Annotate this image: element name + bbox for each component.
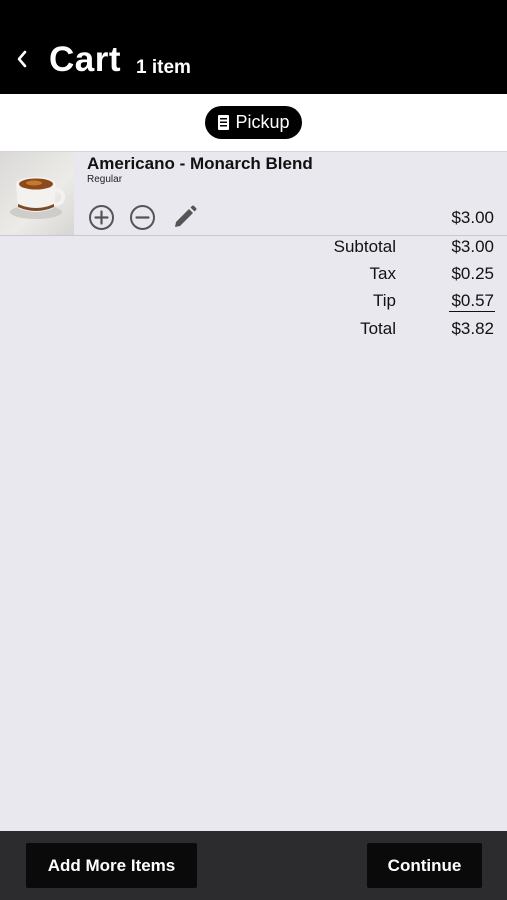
tax-value: $0.25 xyxy=(451,264,494,283)
tax-label: Tax xyxy=(369,264,396,283)
tip-label: Tip xyxy=(373,291,396,310)
tip-row[interactable]: Tip $0.57 xyxy=(0,291,507,315)
tip-underline xyxy=(449,311,495,312)
subtotal-label: Subtotal xyxy=(333,237,396,256)
item-variant: Regular xyxy=(87,174,123,185)
chevron-left-icon xyxy=(17,50,27,68)
plus-circle-icon xyxy=(89,205,114,230)
coffee-cup-image xyxy=(10,177,66,219)
increase-quantity-button[interactable] xyxy=(88,204,115,231)
subtotal-row: Subtotal $3.00 xyxy=(0,237,507,261)
item-name: Americano - Monarch Blend xyxy=(87,154,313,173)
minus-circle-icon xyxy=(130,205,155,230)
pencil-icon xyxy=(175,205,197,227)
add-more-items-button[interactable]: Add More Items xyxy=(26,843,197,888)
tax-row: Tax $0.25 xyxy=(0,264,507,288)
item-image xyxy=(0,152,74,235)
continue-button[interactable]: Continue xyxy=(367,843,482,888)
cart-item: Americano - Monarch Blend Regular $3.00 xyxy=(0,152,507,236)
edit-item-button[interactable] xyxy=(171,204,198,231)
decrease-quantity-button[interactable] xyxy=(129,204,156,231)
back-button[interactable] xyxy=(10,44,34,74)
order-mode-bar: Pickup xyxy=(0,94,507,152)
pickup-toggle[interactable]: Pickup xyxy=(205,106,302,139)
item-price: $3.00 xyxy=(451,208,494,227)
page-title: Cart xyxy=(49,40,122,79)
tip-value[interactable]: $0.57 xyxy=(451,291,494,311)
footer-bar: Add More Items Continue xyxy=(0,831,507,900)
receipt-icon xyxy=(218,115,230,130)
total-label: Total xyxy=(360,319,396,338)
app-header: Cart 1 item xyxy=(0,0,507,94)
pickup-label: Pickup xyxy=(235,112,290,132)
subtotal-value: $3.00 xyxy=(451,237,494,256)
item-count: 1 item xyxy=(136,57,191,78)
total-value: $3.82 xyxy=(451,319,494,338)
total-row: Total $3.82 xyxy=(0,319,507,343)
